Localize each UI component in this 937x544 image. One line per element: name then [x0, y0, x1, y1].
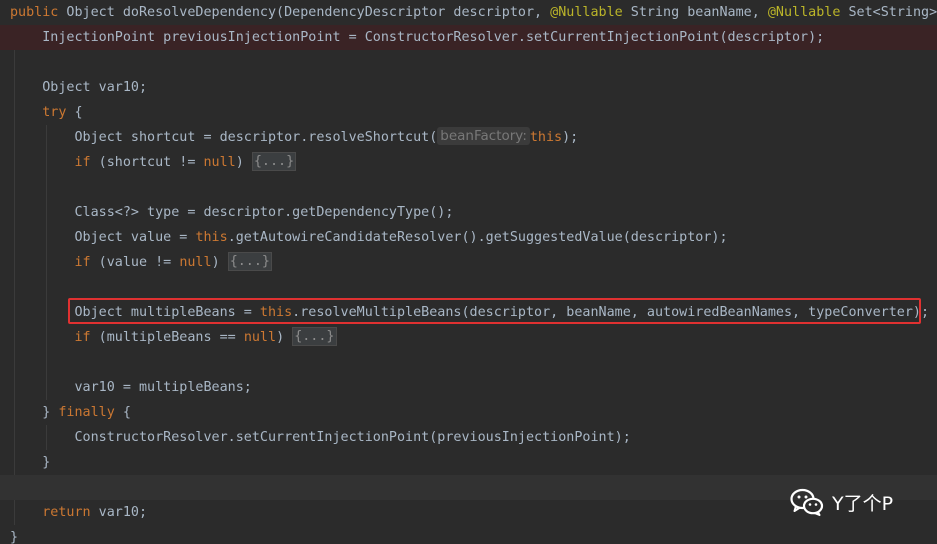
parameter-hint: beanFactory: — [437, 127, 530, 145]
highlight-box — [68, 298, 921, 324]
code-line-9[interactable]: Class<?> type = descriptor.getDependency… — [0, 200, 937, 225]
code-line-10[interactable]: Object value = this.getAutowireCandidate… — [0, 225, 937, 250]
annotation-nullable: @Nullable — [550, 5, 623, 20]
code-text: (multipleBeans == — [90, 330, 244, 345]
code-line-17[interactable]: } finally { — [0, 400, 937, 425]
code-text: } — [10, 455, 51, 470]
keyword-public: public — [10, 5, 59, 20]
keyword-finally: finally — [58, 405, 115, 420]
keyword-this: this — [195, 230, 228, 245]
code-text: } — [10, 530, 19, 544]
code-text: Class<?> type = descriptor.getDependency… — [10, 205, 454, 220]
code-editor[interactable]: public Object doResolveDependency(Depend… — [0, 0, 937, 544]
folded-block[interactable]: {...} — [292, 327, 337, 346]
code-line-6[interactable]: Object shortcut = descriptor.resolveShor… — [0, 125, 937, 150]
wechat-icon — [790, 488, 824, 516]
code-text: Object doResolveDependency(DependencyDes… — [58, 5, 551, 20]
code-text: { — [66, 105, 83, 120]
code-text: (value != — [90, 255, 180, 270]
keyword-return: return — [42, 505, 91, 520]
keyword-if: if — [74, 155, 91, 170]
code-text: ) — [235, 155, 252, 170]
keyword-null: null — [179, 255, 212, 270]
folded-block[interactable]: {...} — [251, 152, 297, 171]
code-text: Object value = — [10, 230, 196, 245]
code-line-19[interactable]: } — [0, 450, 937, 475]
code-text: (shortcut != — [90, 155, 204, 170]
code-text: Object var10; — [10, 80, 148, 95]
keyword-this: this — [529, 130, 563, 145]
code-text: Set<String> — [840, 5, 937, 20]
code-line-4[interactable]: Object var10; — [0, 75, 937, 100]
code-text: ) — [211, 255, 228, 270]
keyword-null: null — [203, 155, 236, 170]
keyword-null: null — [243, 330, 277, 345]
code-text: InjectionPoint previousInjectionPoint = … — [10, 30, 825, 45]
code-text: String beanName, — [622, 5, 768, 20]
code-line-14[interactable]: if (multipleBeans == null) {...} — [0, 325, 937, 350]
code-text: ) — [276, 330, 293, 345]
folded-block[interactable]: {...} — [227, 252, 272, 271]
code-text: Object shortcut = descriptor.resolveShor… — [10, 130, 438, 145]
code-text: ConstructorResolver.setCurrentInjectionP… — [10, 430, 631, 445]
watermark: Y了个P — [790, 486, 893, 518]
code-line-7[interactable]: if (shortcut != null) {...} — [0, 150, 937, 175]
annotation-nullable: @Nullable — [767, 5, 841, 20]
watermark-text: Y了个P — [832, 492, 894, 515]
code-text: .getAutowireCandidateResolver().getSugge… — [227, 230, 728, 245]
code-text: ); — [562, 130, 579, 145]
code-text: { — [114, 405, 131, 420]
code-text: } — [10, 405, 59, 420]
code-line-22[interactable]: } — [0, 525, 937, 544]
keyword-if: if — [74, 255, 91, 270]
code-line-5[interactable]: try { — [0, 100, 937, 125]
keyword-if: if — [74, 330, 91, 345]
code-text: var10; — [90, 505, 148, 520]
code-line-2[interactable]: InjectionPoint previousInjectionPoint = … — [0, 25, 937, 50]
code-line-16[interactable]: var10 = multipleBeans; — [0, 375, 937, 400]
code-line-18[interactable]: ConstructorResolver.setCurrentInjectionP… — [0, 425, 937, 450]
code-text: var10 = multipleBeans; — [10, 380, 252, 395]
code-line-11[interactable]: if (value != null) {...} — [0, 250, 937, 275]
keyword-try: try — [42, 105, 67, 120]
code-line-1[interactable]: public Object doResolveDependency(Depend… — [0, 0, 937, 25]
